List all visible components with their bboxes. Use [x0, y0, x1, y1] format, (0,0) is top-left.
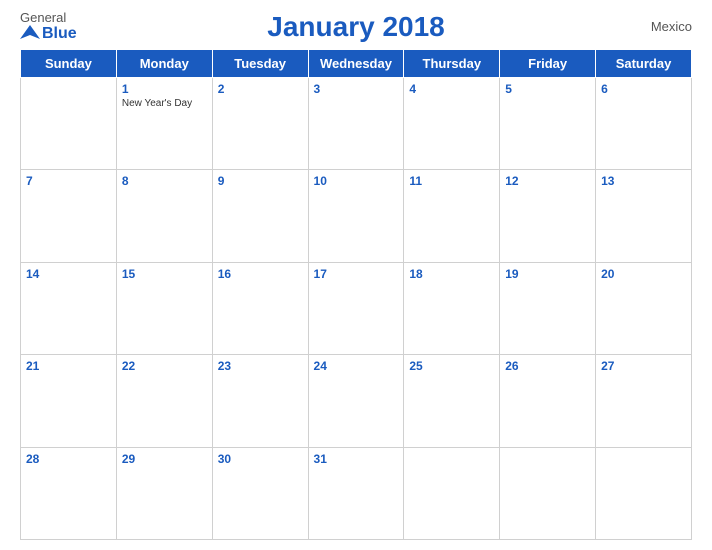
day-number: 8: [122, 174, 207, 188]
weekday-header-row: Sunday Monday Tuesday Wednesday Thursday…: [21, 50, 692, 78]
calendar-cell: 26: [500, 355, 596, 447]
day-number: 29: [122, 452, 207, 466]
calendar-cell: 7: [21, 170, 117, 262]
day-number: 13: [601, 174, 686, 188]
day-number: 12: [505, 174, 590, 188]
calendar-cell: 8: [116, 170, 212, 262]
calendar-cell: 17: [308, 262, 404, 354]
day-number: 30: [218, 452, 303, 466]
day-number: 23: [218, 359, 303, 373]
day-number: 28: [26, 452, 111, 466]
calendar-cell: [500, 447, 596, 539]
calendar-week-row: 1 New Year's Day 23456: [21, 78, 692, 170]
day-number: 5: [505, 82, 590, 96]
logo-blue: Blue: [20, 25, 77, 43]
calendar-week-row: 21 22 23 24 25 26 27: [21, 355, 692, 447]
day-number: 3: [314, 82, 399, 96]
calendar-cell: 31: [308, 447, 404, 539]
calendar-header: General Blue January 2018 Mexico: [20, 10, 692, 43]
header-tuesday: Tuesday: [212, 50, 308, 78]
calendar-cell: 5: [500, 78, 596, 170]
calendar-cell: 30: [212, 447, 308, 539]
calendar-cell: 1 New Year's Day: [116, 78, 212, 170]
calendar-cell: 23: [212, 355, 308, 447]
day-number: 18: [409, 267, 494, 281]
calendar-cell: 29: [116, 447, 212, 539]
day-number: 6: [601, 82, 686, 96]
calendar-cell: 15: [116, 262, 212, 354]
header-wednesday: Wednesday: [308, 50, 404, 78]
day-number: 19: [505, 267, 590, 281]
calendar-cell: 27: [596, 355, 692, 447]
header-sunday: Sunday: [21, 50, 117, 78]
calendar-cell: 22: [116, 355, 212, 447]
calendar-week-row: 28 29 30 31: [21, 447, 692, 539]
calendar-cell: 11: [404, 170, 500, 262]
day-number: 21: [26, 359, 111, 373]
header-friday: Friday: [500, 50, 596, 78]
calendar-cell: 19: [500, 262, 596, 354]
header-monday: Monday: [116, 50, 212, 78]
day-number: 25: [409, 359, 494, 373]
calendar-cell: 18: [404, 262, 500, 354]
calendar-week-row: 789 10 11 12 13: [21, 170, 692, 262]
calendar-week-row: 14 15 16 17 18 19 20: [21, 262, 692, 354]
calendar-cell: 6: [596, 78, 692, 170]
logo-bird-icon: [20, 25, 40, 43]
calendar-cell: 25: [404, 355, 500, 447]
calendar-cell: [404, 447, 500, 539]
day-number: 11: [409, 174, 494, 188]
day-number: 16: [218, 267, 303, 281]
day-number: 31: [314, 452, 399, 466]
day-number: 2: [218, 82, 303, 96]
calendar-table: Sunday Monday Tuesday Wednesday Thursday…: [20, 49, 692, 540]
calendar-cell: 3: [308, 78, 404, 170]
calendar-cell: 4: [404, 78, 500, 170]
calendar-cell: 9: [212, 170, 308, 262]
day-number: 9: [218, 174, 303, 188]
day-number: 27: [601, 359, 686, 373]
day-number: 10: [314, 174, 399, 188]
day-number: 14: [26, 267, 111, 281]
day-number: 22: [122, 359, 207, 373]
calendar-cell: 16: [212, 262, 308, 354]
calendar-cell: [596, 447, 692, 539]
day-number: 4: [409, 82, 494, 96]
calendar-cell: 24: [308, 355, 404, 447]
country-label: Mexico: [602, 19, 692, 34]
calendar-cell: 20: [596, 262, 692, 354]
calendar-cell: 14: [21, 262, 117, 354]
holiday-label: New Year's Day: [122, 98, 207, 110]
calendar-title: January 2018: [110, 11, 602, 43]
calendar-cell: 28: [21, 447, 117, 539]
day-number: 24: [314, 359, 399, 373]
day-number: 1: [122, 82, 207, 96]
calendar-cell: 13: [596, 170, 692, 262]
header-thursday: Thursday: [404, 50, 500, 78]
header-saturday: Saturday: [596, 50, 692, 78]
calendar-cell: 12: [500, 170, 596, 262]
calendar-cell: 21: [21, 355, 117, 447]
calendar-cell: 2: [212, 78, 308, 170]
day-number: 15: [122, 267, 207, 281]
logo: General Blue: [20, 10, 110, 43]
day-number: 17: [314, 267, 399, 281]
logo-general: General: [20, 10, 66, 25]
calendar-cell: [21, 78, 117, 170]
day-number: 20: [601, 267, 686, 281]
day-number: 26: [505, 359, 590, 373]
calendar-body: 1New Year's Day2345678910111213141516171…: [21, 78, 692, 540]
calendar-cell: 10: [308, 170, 404, 262]
day-number: 7: [26, 174, 111, 188]
